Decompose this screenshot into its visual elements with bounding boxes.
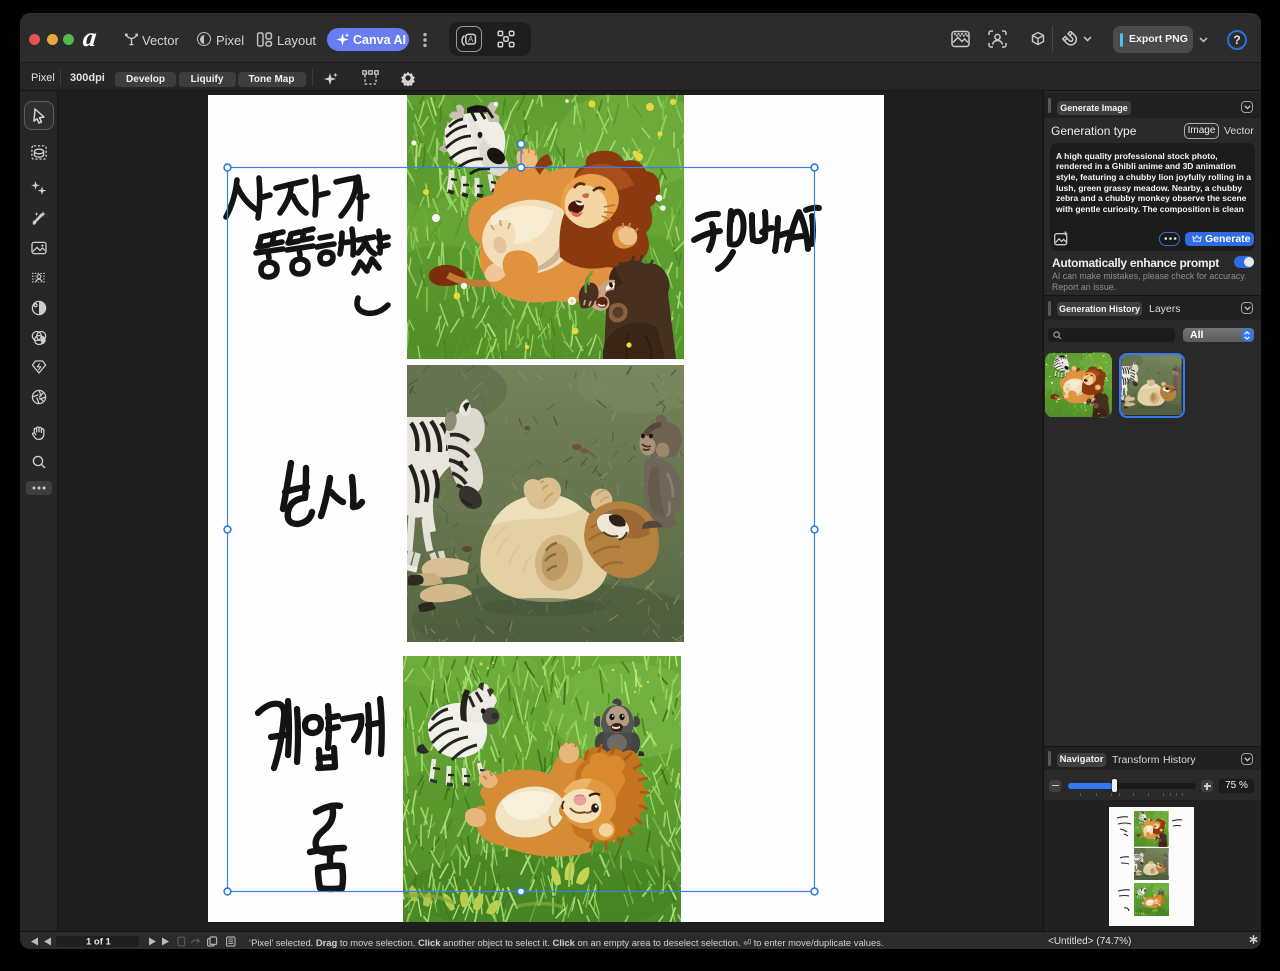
svg-text:A: A — [468, 35, 474, 44]
svg-text:1 of 1: 1 of 1 — [86, 936, 112, 947]
